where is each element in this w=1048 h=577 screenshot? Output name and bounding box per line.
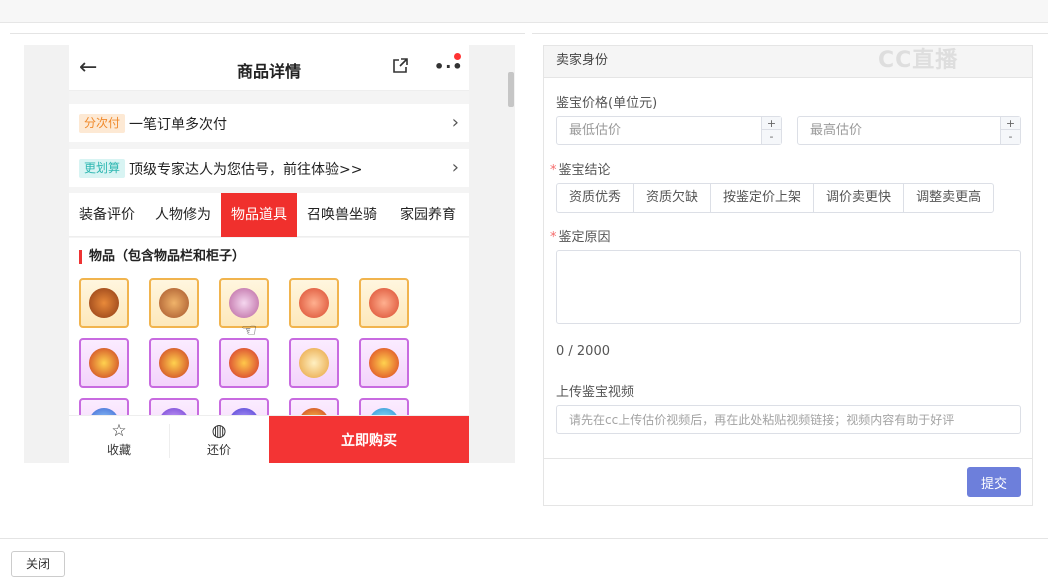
video-link-input[interactable] <box>556 405 1021 434</box>
price-label: 鉴宝价格(单位元) <box>556 96 658 111</box>
divider <box>544 458 1032 459</box>
item-slot[interactable] <box>149 338 199 388</box>
page-title: 商品详情 <box>236 62 301 81</box>
increment-icon[interactable]: + <box>762 117 781 130</box>
min-price-input[interactable]: +- <box>556 116 782 145</box>
hand-cursor-icon: ☜ <box>241 320 258 341</box>
bottom-action-bar: ☆ 收藏 ◍ 还价 立即购买 <box>69 415 469 463</box>
more-icon[interactable]: •·• <box>434 57 464 76</box>
star-icon: ☆ <box>111 421 127 441</box>
reason-label: * 鉴定原因 <box>550 230 611 245</box>
chevron-right-icon: › <box>451 157 459 178</box>
char-counter: 0 / 2000 <box>556 344 610 359</box>
video-label: 上传鉴宝视频 <box>556 385 635 400</box>
submit-button[interactable]: 提交 <box>967 467 1021 497</box>
phone-preview: ← 商品详情 •·• 分次付 一笔订单多次付 › 更划算 顶级专家达人为您估号，… <box>24 45 515 463</box>
top-bar <box>0 0 1048 23</box>
divider <box>0 538 1048 539</box>
buy-now-button[interactable]: 立即购买 <box>269 416 469 463</box>
max-price-input[interactable]: +- <box>797 116 1021 145</box>
decrement-icon[interactable]: - <box>762 130 781 143</box>
conclusion-label: * 鉴宝结论 <box>550 163 611 178</box>
item-slot[interactable] <box>149 278 199 328</box>
item-slot[interactable] <box>359 338 409 388</box>
appraisal-form: 卖家身份 鉴宝价格(单位元) +- +- *鉴宝结论 资质优秀 资质欠缺 按鉴定… <box>543 45 1033 506</box>
phone-screen: ← 商品详情 •·• 分次付 一笔订单多次付 › 更划算 顶级专家达人为您估号，… <box>69 45 469 463</box>
option-excellent[interactable]: 资质优秀 <box>556 183 635 213</box>
tab-home[interactable]: 家园养育 <box>387 193 469 237</box>
item-slot[interactable] <box>289 338 339 388</box>
estimate-tag: 更划算 <box>79 159 126 178</box>
close-button[interactable]: 关闭 <box>11 551 65 577</box>
item-slot[interactable] <box>289 278 339 328</box>
conclusion-label-text: 鉴宝结论 <box>558 163 611 178</box>
detail-tabs: 装备评价 人物修为 物品道具 召唤兽坐骑 家园养育 <box>69 193 469 237</box>
conclusion-options: 资质优秀 资质欠缺 按鉴定价上架 调价卖更快 调整卖更高 <box>556 183 995 213</box>
item-slot[interactable] <box>79 278 129 328</box>
installment-tag: 分次付 <box>79 114 126 133</box>
tab-pets[interactable]: 召唤兽坐骑 <box>297 193 387 237</box>
section-title: 物品（包含物品栏和柜子） <box>79 250 245 264</box>
tab-equipment[interactable]: 装备评价 <box>69 193 145 237</box>
bargain-label: 还价 <box>206 443 231 457</box>
divider <box>532 33 1048 34</box>
max-price-stepper[interactable]: + - <box>1000 117 1020 144</box>
min-price-stepper[interactable]: + - <box>761 117 781 144</box>
reason-label-text: 鉴定原因 <box>558 230 611 245</box>
installment-text: 一笔订单多次付 <box>129 117 227 133</box>
watermark-logo: CC直播 <box>878 48 959 73</box>
favorite-label: 收藏 <box>106 443 131 457</box>
max-price-field[interactable] <box>798 117 998 144</box>
option-sell-higher[interactable]: 调整卖更高 <box>903 183 995 213</box>
tab-character[interactable]: 人物修为 <box>145 193 221 237</box>
favorite-button[interactable]: ☆ 收藏 <box>69 416 169 463</box>
bargain-button[interactable]: ◍ 还价 <box>169 416 269 463</box>
increment-icon[interactable]: + <box>1001 117 1020 130</box>
chevron-right-icon: › <box>451 112 459 133</box>
form-header: 卖家身份 <box>544 46 1032 78</box>
option-sell-faster[interactable]: 调价卖更快 <box>813 183 905 213</box>
installment-row[interactable]: 分次付 一笔订单多次付 › <box>69 104 469 142</box>
decrement-icon[interactable]: - <box>1001 130 1020 143</box>
reason-textarea[interactable] <box>556 250 1021 324</box>
share-icon[interactable] <box>391 57 409 75</box>
tab-items[interactable]: 物品道具 <box>221 193 297 237</box>
option-list-at-price[interactable]: 按鉴定价上架 <box>710 183 815 213</box>
phone-nav-bar: ← 商品详情 •·• <box>69 45 469 91</box>
item-slot[interactable] <box>359 278 409 328</box>
min-price-field[interactable] <box>557 117 759 144</box>
estimate-row[interactable]: 更划算 顶级专家达人为您估号，前往体验>> › <box>69 149 469 187</box>
scrollbar[interactable] <box>508 72 514 107</box>
divider <box>10 33 525 34</box>
option-lacking[interactable]: 资质欠缺 <box>633 183 712 213</box>
notification-dot <box>454 53 461 60</box>
yen-icon: ◍ <box>211 421 227 441</box>
estimate-text: 顶级专家达人为您估号，前往体验>> <box>129 162 363 178</box>
item-slot[interactable] <box>79 338 129 388</box>
item-slot[interactable] <box>219 338 269 388</box>
